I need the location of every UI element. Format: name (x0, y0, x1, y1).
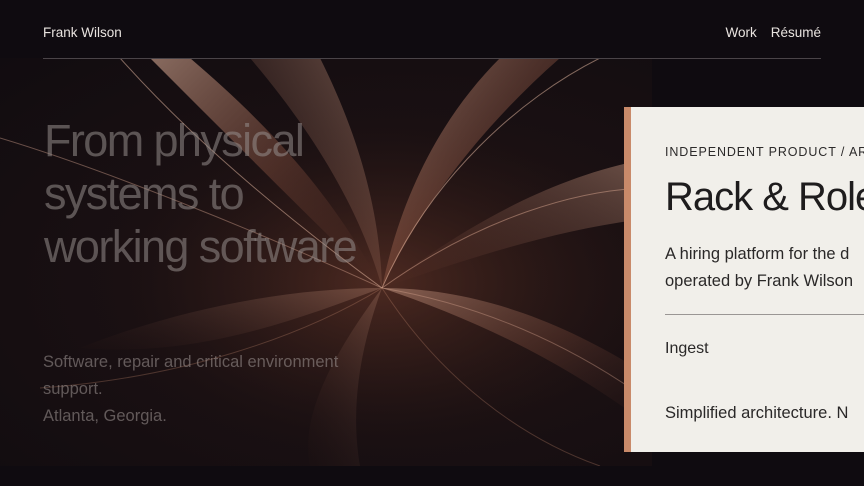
nav-link-work[interactable]: Work (725, 25, 756, 40)
card-description-line: operated by Frank Wilson (665, 272, 854, 290)
card-divider (665, 314, 864, 315)
brand-name[interactable]: Frank Wilson (43, 25, 122, 40)
page: Frank Wilson Work Résumé From physical s… (0, 0, 864, 486)
main-nav: Work Résumé (725, 25, 821, 40)
headline-line: working software (44, 221, 358, 272)
headline-line: From physical (44, 115, 305, 166)
card-section-label: Ingest (665, 340, 709, 357)
card-note: Simplified architecture. N (665, 404, 849, 422)
tagline-line: Atlanta, Georgia. (43, 407, 167, 425)
hero-headline: From physical systems to working softwar… (44, 114, 464, 273)
card-kicker: INDEPENDENT PRODUCT / ARC (665, 145, 864, 159)
card-title: Rack & Role (665, 175, 864, 219)
card-description-line: A hiring platform for the d (665, 245, 850, 263)
tagline-line: Software, repair and critical environmen… (43, 353, 339, 371)
tagline-line: support. (43, 380, 103, 398)
card-description: A hiring platform for the d operated by … (665, 241, 864, 295)
nav-link-resume[interactable]: Résumé (771, 25, 821, 40)
site-header: Frank Wilson Work Résumé (43, 0, 821, 59)
project-card[interactable]: INDEPENDENT PRODUCT / ARC Rack & Role A … (624, 107, 864, 452)
hero-tagline: Software, repair and critical environmen… (43, 349, 403, 430)
headline-line: systems to (44, 168, 245, 219)
